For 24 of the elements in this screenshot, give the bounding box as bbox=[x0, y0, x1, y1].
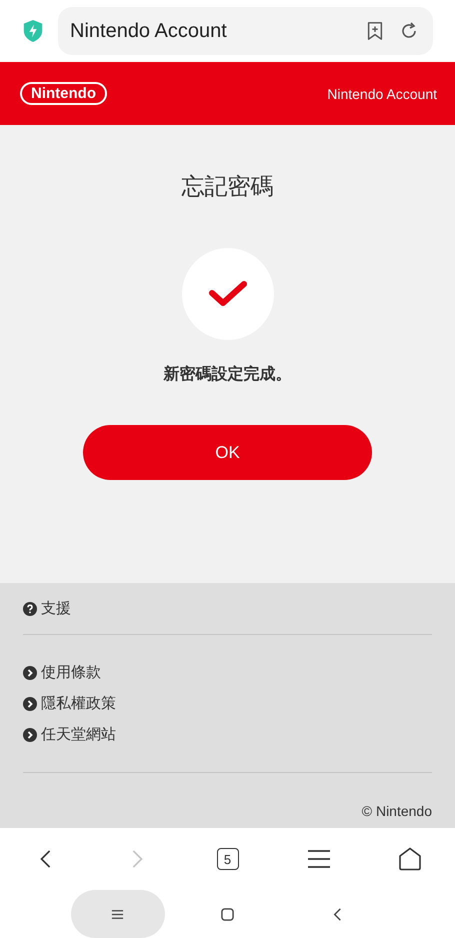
ok-button[interactable]: OK bbox=[83, 425, 372, 480]
chevron-right-icon bbox=[23, 666, 37, 680]
bookmark-add-icon[interactable] bbox=[365, 21, 385, 41]
page-heading: 忘記密碼 bbox=[182, 172, 274, 201]
footer-link[interactable]: 任天堂網站 bbox=[23, 724, 432, 746]
address-bar[interactable]: Nintendo Account bbox=[58, 7, 433, 55]
success-message: 新密碼設定完成。 bbox=[164, 364, 292, 385]
page-title: Nintendo Account bbox=[70, 20, 228, 42]
tab-count[interactable]: 5 bbox=[216, 848, 238, 870]
home-icon bbox=[221, 908, 234, 920]
reload-icon[interactable] bbox=[399, 21, 419, 41]
chevron-right-icon bbox=[23, 728, 37, 742]
header-title[interactable]: Nintendo Account bbox=[327, 86, 437, 102]
copyright: © Nintendo bbox=[360, 803, 432, 819]
help-icon bbox=[23, 602, 37, 616]
menu-icon[interactable] bbox=[306, 847, 330, 871]
check-icon bbox=[208, 279, 248, 309]
logo[interactable]: Nintendo bbox=[20, 82, 107, 105]
footer-link[interactable]: 使用條款 bbox=[23, 662, 432, 684]
footer-link[interactable]: 隱私權政策 bbox=[23, 693, 432, 715]
recents-icon bbox=[111, 908, 124, 920]
chevron-right-icon bbox=[23, 697, 37, 711]
support-link[interactable]: 支援 bbox=[23, 598, 432, 620]
home-icon[interactable] bbox=[398, 847, 422, 871]
